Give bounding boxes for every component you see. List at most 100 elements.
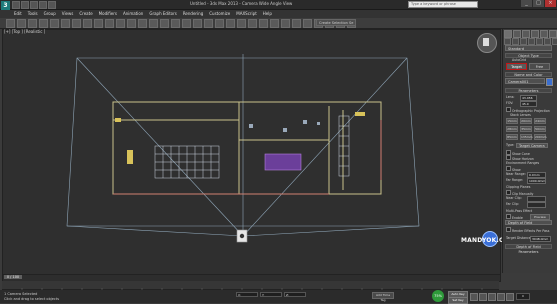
reference-coord-icon[interactable] xyxy=(149,19,158,28)
close-button[interactable]: × xyxy=(545,0,556,7)
object-name-field[interactable]: Camera001 xyxy=(505,78,545,84)
far-clip-spinner[interactable] xyxy=(527,202,546,208)
select-object-icon[interactable] xyxy=(72,19,81,28)
display-tab-icon[interactable] xyxy=(540,30,548,38)
category-dropdown[interactable]: Standard xyxy=(505,45,552,51)
viewport-top[interactable] xyxy=(2,29,501,275)
menu-edit[interactable]: Edit xyxy=(14,10,22,18)
show-horizon-check-icon[interactable] xyxy=(506,155,511,160)
menu-customize[interactable]: Customize xyxy=(209,10,230,18)
lens-135mm-button[interactable]: 135mm xyxy=(520,134,533,140)
pivot-center-icon[interactable] xyxy=(160,19,169,28)
lens-28mm-button[interactable]: 28mm xyxy=(506,126,518,132)
menu-create[interactable]: Create xyxy=(79,10,92,18)
target-distance-spinner[interactable]: 3048.0mm xyxy=(530,236,551,242)
play-icon[interactable] xyxy=(488,293,496,301)
spacewarps-icon[interactable] xyxy=(544,38,551,45)
snaps-toggle-icon[interactable] xyxy=(193,19,202,28)
move-icon[interactable] xyxy=(116,19,125,28)
free-camera-button[interactable]: Free xyxy=(529,63,550,70)
previous-frame-icon[interactable] xyxy=(479,293,487,301)
redo-icon[interactable] xyxy=(48,1,56,9)
track-bar[interactable] xyxy=(2,281,499,292)
keyboard-shortcut-icon[interactable] xyxy=(182,19,191,28)
spinner-snap-icon[interactable] xyxy=(226,19,235,28)
target-camera-button[interactable]: Target xyxy=(506,63,527,70)
menu-tools[interactable]: Tools xyxy=(28,10,38,18)
modify-tab-icon[interactable] xyxy=(513,30,521,38)
link-icon[interactable] xyxy=(28,19,37,28)
helpers-icon[interactable] xyxy=(536,38,543,45)
menu-group[interactable]: Group xyxy=(44,10,56,18)
lens-35mm-button[interactable]: 35mm xyxy=(520,126,532,132)
lens-85mm-button[interactable]: 85mm xyxy=(506,134,518,140)
curve-editor-icon[interactable] xyxy=(292,19,301,28)
menu-views[interactable]: Views xyxy=(62,10,74,18)
object-color-swatch[interactable] xyxy=(546,78,553,86)
manipulate-icon[interactable] xyxy=(171,19,180,28)
search-input[interactable]: Type a keyword or phrase xyxy=(408,1,478,8)
graphite-ribbon-icon[interactable] xyxy=(281,19,290,28)
add-time-tag-button[interactable]: Add Time Tag xyxy=(372,292,394,302)
save-file-icon[interactable] xyxy=(30,1,38,9)
named-selection-dropdown[interactable]: Create Selection Se xyxy=(316,19,356,26)
minimize-button[interactable]: _ xyxy=(521,0,532,7)
undo-icon[interactable] xyxy=(39,1,47,9)
app-logo-icon[interactable]: 3 xyxy=(1,1,10,10)
menu-animation[interactable]: Animation xyxy=(123,10,143,18)
z-coordinate-field[interactable]: Z: xyxy=(284,292,306,297)
redo-tool-icon[interactable] xyxy=(17,19,26,28)
undo-tool-icon[interactable] xyxy=(6,19,15,28)
viewport-label[interactable]: [+] [Top ] [Realistic ] xyxy=(4,29,45,35)
lens-50mm-button[interactable]: 50mm xyxy=(534,126,546,132)
geometry-icon[interactable] xyxy=(504,38,511,45)
unlink-icon[interactable] xyxy=(39,19,48,28)
menu-modifiers[interactable]: Modifiers xyxy=(99,10,117,18)
next-frame-icon[interactable] xyxy=(497,293,505,301)
parameters-rollout[interactable]: Parameters xyxy=(505,88,552,93)
create-tab-icon[interactable] xyxy=(504,30,512,38)
enable-check-icon[interactable] xyxy=(506,214,511,219)
x-coordinate-field[interactable]: X: xyxy=(236,292,258,297)
multipass-type-dropdown[interactable]: Depth of Field xyxy=(505,220,552,225)
shapes-icon[interactable] xyxy=(512,38,519,45)
cameras-icon[interactable] xyxy=(528,38,535,45)
lens-15mm-button[interactable]: 15mm xyxy=(506,118,518,124)
y-coordinate-field[interactable]: Y: xyxy=(260,292,282,297)
align-icon[interactable] xyxy=(259,19,268,28)
hierarchy-tab-icon[interactable] xyxy=(522,30,530,38)
dof-params-rollout[interactable]: Depth of Field Parameters xyxy=(505,244,552,254)
select-by-name-icon[interactable] xyxy=(83,19,92,28)
go-to-start-icon[interactable] xyxy=(470,293,478,301)
name-color-rollout[interactable]: Name and Color xyxy=(505,72,552,77)
percent-snap-icon[interactable] xyxy=(215,19,224,28)
utilities-tab-icon[interactable] xyxy=(549,30,557,38)
render-effects-checkbox[interactable]: Render Effects Per Pass xyxy=(506,227,549,233)
lens-24mm-button[interactable]: 24mm xyxy=(534,118,546,124)
current-frame-field[interactable]: 0 xyxy=(516,293,530,300)
menu-help[interactable]: Help xyxy=(263,10,272,18)
systems-icon[interactable] xyxy=(552,38,557,45)
camera-type-dropdown[interactable]: Target Camera xyxy=(516,143,548,148)
schematic-view-icon[interactable] xyxy=(303,19,312,28)
bind-spacewarp-icon[interactable] xyxy=(50,19,59,28)
render-effects-check-icon[interactable] xyxy=(506,227,511,232)
go-to-end-icon[interactable] xyxy=(506,293,514,301)
motion-tab-icon[interactable] xyxy=(531,30,539,38)
far-range-spinner[interactable]: 1000.0mm xyxy=(527,178,546,184)
window-crossing-icon[interactable] xyxy=(105,19,114,28)
camera-object[interactable] xyxy=(236,229,248,243)
lens-20mm-button[interactable]: 20mm xyxy=(520,118,532,124)
ortho-check-icon[interactable] xyxy=(506,107,511,112)
selection-region-icon[interactable] xyxy=(94,19,103,28)
clip-manually-check-icon[interactable] xyxy=(506,190,511,195)
menu-rendering[interactable]: Rendering xyxy=(183,10,203,18)
rotate-icon[interactable] xyxy=(127,19,136,28)
scale-icon[interactable] xyxy=(138,19,147,28)
viewcube-face[interactable] xyxy=(483,38,489,46)
open-file-icon[interactable] xyxy=(21,1,29,9)
mirror-icon[interactable] xyxy=(248,19,257,28)
new-file-icon[interactable] xyxy=(12,1,20,9)
autogrid-label[interactable]: AutoGrid xyxy=(512,58,526,62)
angle-snap-icon[interactable] xyxy=(204,19,213,28)
